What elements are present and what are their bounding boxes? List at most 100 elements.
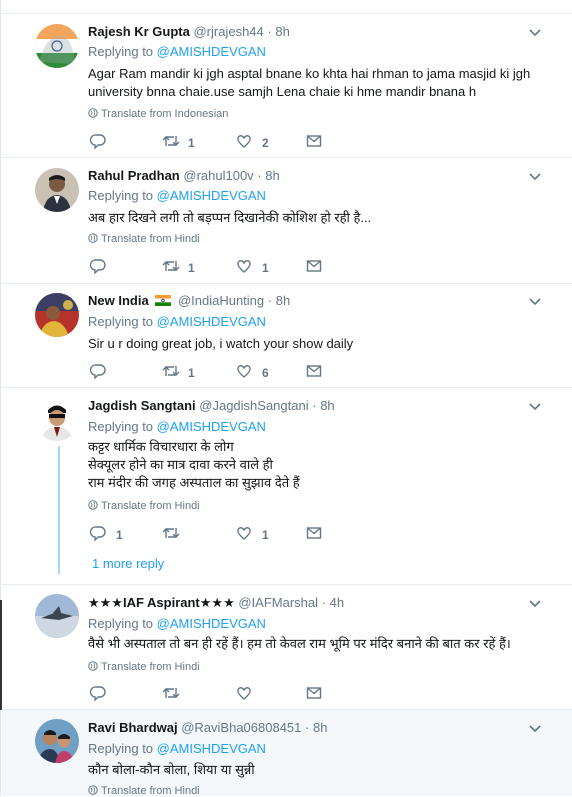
globe-icon — [88, 233, 98, 243]
replying-to: Replying to @AMISHDEVGAN — [88, 741, 266, 756]
retweet-icon — [162, 688, 180, 698]
author-handle[interactable]: @rjrajesh44 — [193, 24, 263, 39]
tweet-text-line: राम मंदीर की जगह अस्पताल का सुझाव देते ह… — [88, 475, 300, 490]
more-replies-link[interactable]: 1 more reply — [92, 556, 164, 571]
tweet-text-line: वैसे भी अस्पताल तो बन ही रहें हैं। हम तो… — [88, 636, 511, 651]
tweet[interactable]: ★★★IAF Aspirant★★★ @IAFMarshal · 4h Repl… — [2, 585, 572, 710]
translate-link[interactable]: Translate from Hindi — [88, 661, 200, 673]
tweet[interactable]: Jagdish Sangtani @JagdishSangtani · 8h R… — [2, 388, 572, 585]
tweet[interactable]: Ravi Bhardwaj @RaviBha06808451 · 8h Repl… — [2, 710, 572, 797]
tweet-text: कौन बोला-कौन बोला, शिया या सुन्नी — [88, 761, 548, 779]
timestamp[interactable]: 8h — [313, 720, 327, 735]
translate-link[interactable]: Translate from Indonesian — [88, 108, 228, 120]
author-name[interactable]: ★★★IAF Aspirant★★★ — [88, 595, 235, 610]
mention-link[interactable]: @AMISHDEVGAN — [157, 314, 266, 329]
timestamp[interactable]: 8h — [320, 398, 334, 413]
author-handle[interactable]: @RaviBha06808451 — [181, 720, 301, 735]
tweet-text-line: सेक्यूलर होने का मात्र दावा करने वाले ही — [88, 457, 273, 472]
tweet-text: अब हार दिखने लगी तो बड़प्पन दिखानेकी कोश… — [88, 209, 548, 227]
tweet-text-line: Sir u r doing great job, i watch your sh… — [88, 336, 354, 351]
tweet-text-line: कौन बोला-कौन बोला, शिया या सुन्नी — [88, 762, 255, 777]
mention-link[interactable]: @AMISHDEVGAN — [157, 419, 266, 434]
separator-dot: · — [267, 293, 273, 308]
like-icon — [237, 135, 251, 148]
reply-icon — [90, 134, 106, 149]
replying-prefix: Replying to — [88, 44, 157, 59]
message-icon — [306, 527, 322, 539]
replying-prefix: Replying to — [88, 741, 157, 756]
message-icon — [306, 260, 322, 272]
tweet-header: Rajesh Kr Gupta @rjrajesh44 · 8h — [88, 24, 290, 39]
globe-icon — [88, 661, 98, 671]
chevron-down-icon[interactable] — [528, 172, 542, 182]
tweet[interactable]: Rajesh Kr Gupta @rjrajesh44 · 8h Replyin… — [2, 14, 572, 158]
avatar[interactable] — [35, 293, 79, 337]
author-handle[interactable]: @IAFMarshal — [238, 595, 318, 610]
translate-link[interactable]: Translate from Hindi — [88, 233, 200, 245]
avatar[interactable] — [35, 168, 79, 212]
translate-link[interactable]: Translate from Hindi — [88, 785, 200, 797]
translate-label: Translate from Hindi — [101, 233, 200, 245]
tweet-actions — [90, 685, 390, 703]
chevron-down-icon[interactable] — [528, 724, 542, 734]
mention-link[interactable]: @AMISHDEVGAN — [157, 616, 266, 631]
retweet-count: 1 — [188, 136, 195, 150]
tweet-actions: 1 1 — [90, 258, 390, 276]
tweet-text-line: कट्टर धार्मिक विचारधारा के लोग — [88, 439, 234, 454]
tweet-actions: 1 2 — [90, 133, 390, 151]
replying-prefix: Replying to — [88, 419, 157, 434]
author-name[interactable]: Rajesh Kr Gupta — [88, 24, 190, 39]
author-handle[interactable]: @rahul100v — [183, 168, 253, 183]
tweet-text: Sir u r doing great job, i watch your sh… — [88, 335, 548, 353]
author-handle[interactable]: @JagdishSangtani — [199, 398, 308, 413]
mention-link[interactable]: @AMISHDEVGAN — [157, 44, 266, 59]
replying-to: Replying to @AMISHDEVGAN — [88, 419, 266, 434]
timestamp[interactable]: 4h — [330, 595, 344, 610]
timestamp[interactable]: 8h — [275, 24, 289, 39]
chevron-down-icon[interactable] — [528, 297, 542, 307]
tweet-header: Rahul Pradhan @rahul100v · 8h — [88, 168, 280, 183]
timestamp[interactable]: 8h — [276, 293, 290, 308]
message-icon — [306, 135, 322, 147]
tweet-text: वैसे भी अस्पताल तो बन ही रहें हैं। हम तो… — [88, 635, 548, 653]
author-name[interactable]: Jagdish Sangtani — [88, 398, 196, 413]
author-name[interactable]: Rahul Pradhan — [88, 168, 180, 183]
timestamp[interactable]: 8h — [265, 168, 279, 183]
avatar[interactable] — [35, 24, 79, 68]
like-icon — [237, 365, 251, 378]
reply-icon — [90, 526, 106, 541]
tweet[interactable]: New India @IndiaHunting · 8h Replying to… — [2, 284, 572, 388]
avatar[interactable] — [35, 719, 79, 763]
reply-icon — [90, 259, 106, 274]
retweet-count: 1 — [188, 366, 195, 380]
tweet-header: ★★★IAF Aspirant★★★ @IAFMarshal · 4h — [88, 595, 344, 611]
avatar[interactable] — [35, 594, 79, 638]
mention-link[interactable]: @AMISHDEVGAN — [157, 741, 266, 756]
translate-label: Translate from Hindi — [101, 661, 200, 673]
replying-to: Replying to @AMISHDEVGAN — [88, 314, 266, 329]
translate-link[interactable]: Translate from Hindi — [88, 500, 200, 512]
reply-icon — [90, 686, 106, 701]
mention-link[interactable]: @AMISHDEVGAN — [157, 188, 266, 203]
replying-to: Replying to @AMISHDEVGAN — [88, 616, 266, 631]
like-icon — [237, 260, 251, 273]
replying-prefix: Replying to — [88, 616, 157, 631]
chevron-down-icon[interactable] — [528, 28, 542, 38]
author-name[interactable]: New India — [88, 293, 149, 308]
retweet-icon — [162, 136, 180, 146]
separator-dot: · — [267, 24, 272, 39]
message-icon — [306, 365, 322, 377]
retweet-count: 1 — [188, 261, 195, 275]
chevron-down-icon[interactable] — [528, 599, 542, 609]
tweet-actions: 1 6 — [90, 363, 390, 381]
replying-to: Replying to @AMISHDEVGAN — [88, 44, 266, 59]
author-name[interactable]: Ravi Bhardwaj — [88, 720, 178, 735]
tweet-text-line: Agar Ram mandir ki jgh asptal bnane ko k… — [88, 66, 531, 81]
retweet-icon — [162, 528, 180, 538]
tweet[interactable]: Rahul Pradhan @rahul100v · 8h Replying t… — [2, 158, 572, 284]
avatar[interactable] — [35, 397, 79, 441]
left-edge-border — [0, 0, 2, 796]
separator-dot: · — [312, 398, 317, 413]
chevron-down-icon[interactable] — [528, 402, 542, 412]
author-handle[interactable]: @IndiaHunting — [178, 293, 264, 308]
